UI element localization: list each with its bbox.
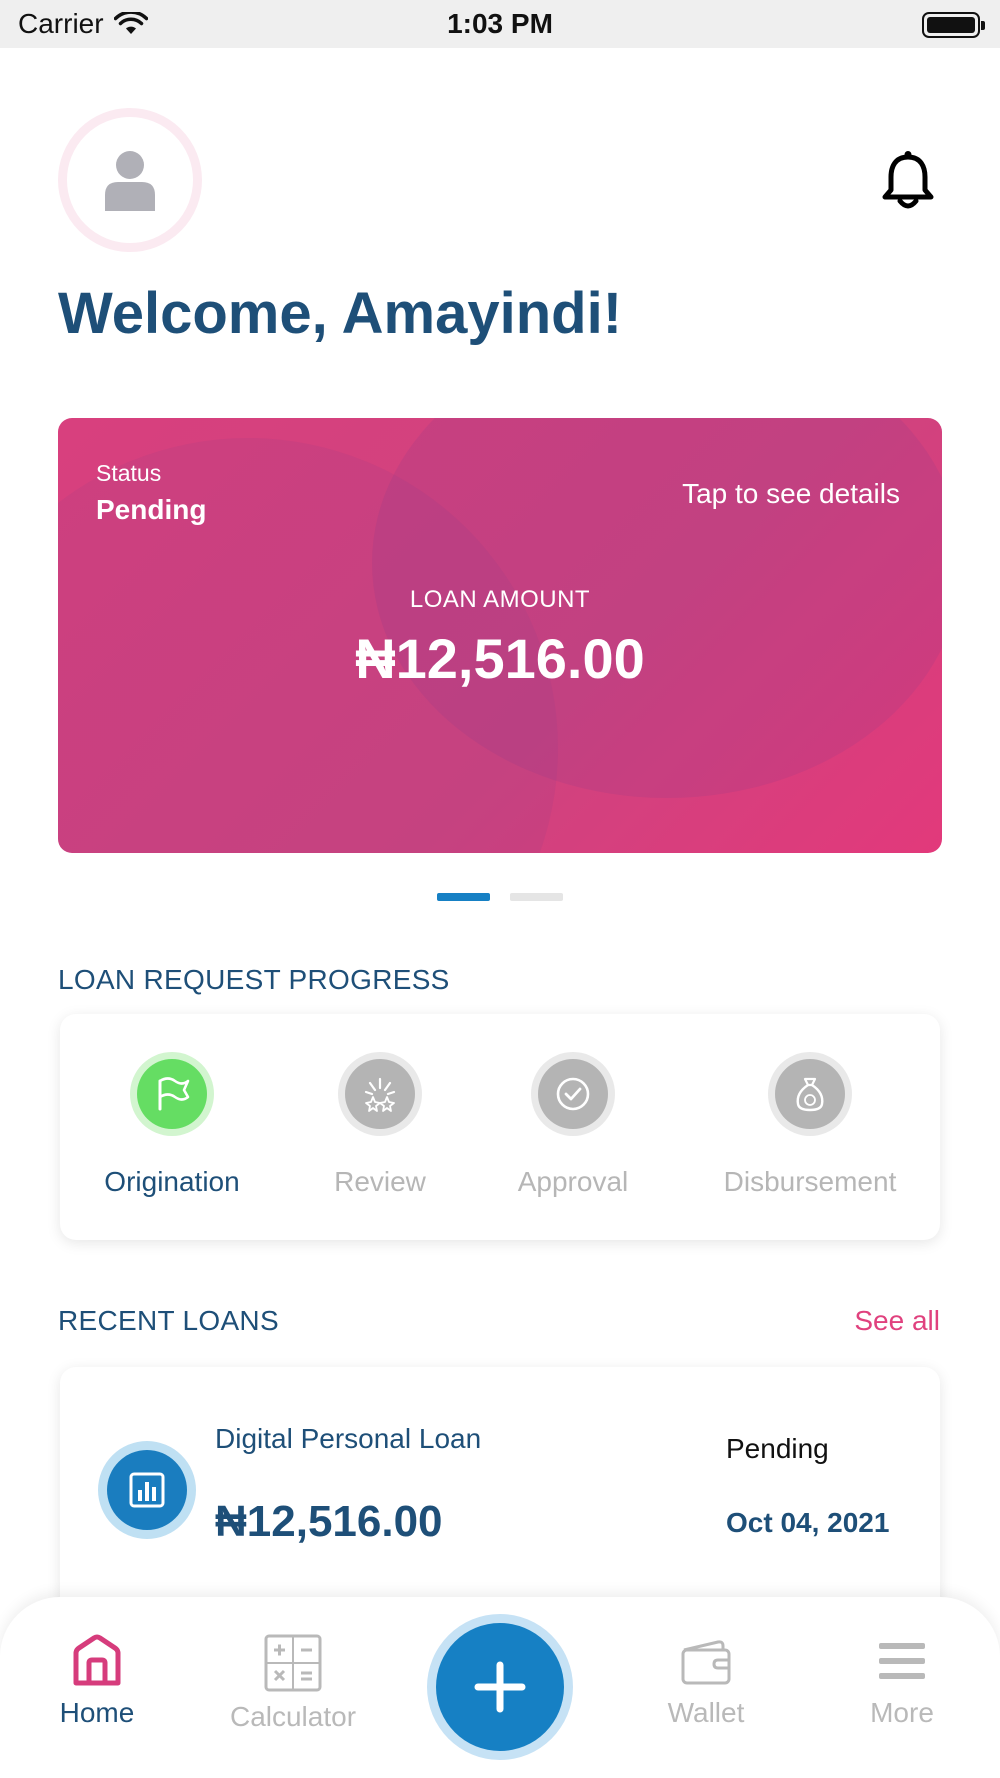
user-avatar-icon (105, 151, 155, 211)
loan-status-card[interactable]: Status Pending Tap to see details LOAN A… (58, 418, 942, 853)
welcome-heading: Welcome, Amayindi! (58, 281, 623, 346)
tab-home[interactable]: Home (17, 1633, 177, 1729)
check-circle-icon (556, 1077, 590, 1111)
flag-icon (158, 1077, 190, 1111)
loan-item-date: Oct 04, 2021 (726, 1507, 890, 1538)
tab-label: More (870, 1697, 934, 1728)
card-status-value: Pending (96, 494, 207, 525)
recent-loans-title: RECENT LOANS (58, 1305, 279, 1336)
carousel-page-indicator-active[interactable] (437, 893, 490, 901)
loan-amount-value: ₦12,516.00 (355, 627, 645, 690)
progress-step-origination: Origination (72, 1052, 272, 1198)
calculator-icon (264, 1634, 322, 1692)
sparkle-review-icon (364, 1077, 396, 1112)
plus-icon (474, 1661, 526, 1713)
tab-label: Calculator (229, 1701, 357, 1732)
loan-amount-label: LOAN AMOUNT (409, 586, 591, 613)
tab-label: Wallet (667, 1697, 745, 1728)
home-icon (73, 1634, 121, 1686)
loan-item-status: Pending (726, 1433, 829, 1464)
tab-label: Home (59, 1697, 135, 1728)
profile-avatar[interactable] (58, 108, 202, 252)
progress-step-disbursement: Disbursement (710, 1052, 910, 1198)
wallet-icon (681, 1640, 731, 1685)
bell-icon[interactable] (880, 150, 936, 212)
tap-to-see-details-link[interactable]: Tap to see details (682, 478, 900, 510)
loan-progress-title: LOAN REQUEST PROGRESS (58, 964, 450, 995)
loan-item-amount: ₦12,516.00 (215, 1497, 443, 1546)
progress-step-label: Disbursement (723, 1166, 897, 1197)
battery-icon (922, 12, 985, 38)
card-status-label: Status (96, 460, 162, 486)
progress-step-label: Origination (104, 1166, 240, 1197)
add-loan-button[interactable] (427, 1614, 573, 1760)
progress-step-approval: Approval (473, 1052, 673, 1198)
money-bag-icon (796, 1077, 824, 1112)
progress-step-label: Approval (517, 1166, 629, 1197)
carousel-page-indicator[interactable] (510, 893, 563, 901)
tab-more[interactable]: More (822, 1633, 982, 1729)
recent-loan-item[interactable]: Digital Personal Loan ₦12,516.00 Pending… (60, 1367, 940, 1627)
tab-wallet[interactable]: Wallet (626, 1633, 786, 1729)
tab-calculator[interactable]: Calculator (213, 1633, 373, 1733)
bar-chart-icon (129, 1472, 165, 1508)
progress-step-label: Review (334, 1166, 426, 1197)
status-bar: Carrier 1:03 PM (0, 0, 1000, 48)
progress-step-review: Review (280, 1052, 480, 1198)
loan-progress-card: Origination Review Approval Disbursement (60, 1014, 940, 1240)
loan-item-name: Digital Personal Loan (215, 1423, 482, 1454)
status-time: 1:03 PM (447, 8, 553, 39)
see-all-link[interactable]: See all (854, 1305, 940, 1337)
menu-icon (879, 1643, 925, 1679)
